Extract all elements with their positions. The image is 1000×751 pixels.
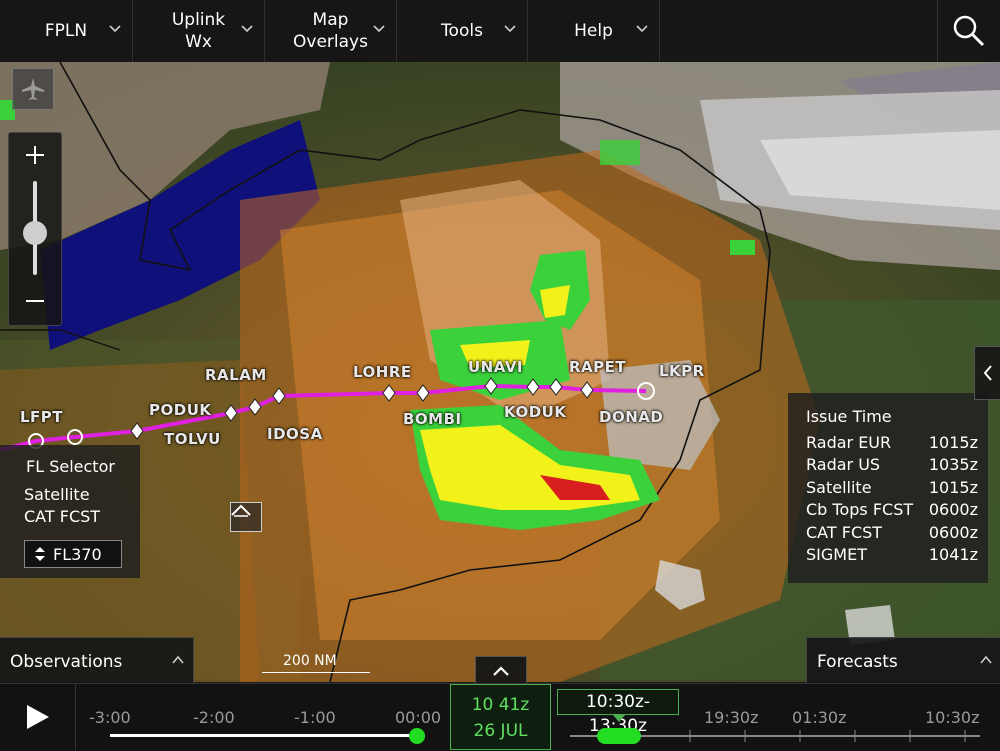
issue-row-name: SIGMET (806, 545, 867, 564)
plus-icon (26, 146, 44, 164)
timeline-expand-button[interactable] (475, 656, 527, 684)
timeline-past-tick: -2:00 (193, 708, 235, 727)
current-time: 10 41z (471, 695, 530, 715)
chevron-up-icon (493, 665, 509, 676)
issue-row-time: 0600z (928, 500, 978, 519)
waypoint-lfpt-label: LFPT (20, 408, 64, 426)
aircraft-icon (22, 78, 44, 100)
menu-fpln-label: FPLN (44, 21, 88, 41)
chevron-down-icon (241, 25, 253, 33)
timeline-future-tick: 10:30z (925, 708, 980, 727)
up-down-icon (35, 547, 45, 561)
top-menu-bar: FPLN Uplink Wx Map Overlays Tools Help (0, 0, 1000, 63)
zoom-in-button[interactable] (19, 139, 51, 171)
forecasts-tab[interactable]: Forecasts (806, 637, 1000, 684)
chevron-down-icon (373, 25, 385, 33)
chevron-down-icon (504, 25, 516, 33)
peak-icon (231, 504, 251, 517)
menu-uplink-wx[interactable]: Uplink Wx (133, 0, 265, 62)
flight-level-stepper[interactable]: FL370 (24, 540, 122, 568)
waypoint-idosa-label: IDOSA (267, 425, 323, 443)
waypoint-bombi-label: BOMBI (403, 410, 462, 428)
zoom-slider-handle[interactable] (23, 221, 47, 245)
chevron-left-icon (983, 365, 992, 381)
issue-time-panel: Issue Time Radar EUR 1015z Radar US 1035… (788, 393, 988, 583)
issue-row: Satellite 1015z (806, 478, 978, 497)
chevron-down-icon (109, 25, 121, 33)
waypoint-rapet-label: RAPET (569, 358, 627, 376)
timeline-past-tick: 00:00 (395, 708, 442, 727)
waypoint-poduk-label: PODUK (149, 401, 212, 419)
issue-row-name: Cb Tops FCST (806, 500, 914, 519)
issue-row-time: 0600z (928, 523, 978, 542)
observation-slider-handle[interactable] (409, 728, 425, 744)
issue-time-title: Issue Time (806, 407, 892, 426)
menu-uplink-wx-label: Uplink Wx (171, 10, 226, 52)
menu-tools[interactable]: Tools (397, 0, 528, 62)
issue-row-time: 1015z (928, 433, 978, 452)
observations-label: Observations (10, 652, 123, 672)
issue-row-time: 1041z (928, 545, 978, 564)
menu-tools-label: Tools (441, 21, 483, 41)
aircraft-center-button[interactable] (12, 68, 54, 110)
issue-row: Radar US 1035z (806, 455, 978, 474)
waypoint-koduk-label: KODUK (504, 403, 567, 421)
issue-row: Radar EUR 1015z (806, 433, 978, 452)
issue-row: SIGMET 1041z (806, 545, 978, 564)
issue-row: CAT FCST 0600z (806, 523, 978, 542)
zoom-control (8, 132, 62, 326)
timeline-past-tick: -3:00 (89, 708, 131, 727)
divider (75, 684, 76, 751)
issue-row-time: 1035z (928, 455, 978, 474)
map-scale-label: 200 NM (283, 653, 337, 669)
current-time-box: 10 41z 26 JUL (450, 684, 551, 750)
fl-selector-panel: FL Selector Satellite CAT FCST FL370 (0, 445, 140, 578)
search-button[interactable] (937, 0, 1000, 62)
issue-row-name: Radar EUR (806, 433, 892, 452)
current-date: 26 JUL (473, 721, 528, 741)
side-panel-toggle[interactable] (974, 346, 1000, 400)
minus-icon (26, 300, 44, 302)
cat-forecast-label: CAT FCST (24, 507, 101, 526)
waypoint-ralam-label: RALAM (205, 366, 267, 384)
waypoint-lkpr-label: LKPR (659, 362, 705, 380)
issue-row-time: 1015z (928, 478, 978, 497)
issue-row-name: CAT FCST (806, 523, 883, 542)
weather-map[interactable]: LFPT PODUK TOLVU RALAM IDOSA LOHRE BOMBI… (0, 62, 1000, 682)
observations-tab[interactable]: Observations (0, 637, 194, 684)
issue-row-name: Radar US (806, 455, 881, 474)
range-pointer (613, 715, 625, 722)
timeline-future-tick: 01:30z (792, 708, 847, 727)
waypoint-donad-label: DONAD (599, 408, 664, 426)
issue-row: Cb Tops FCST 0600z (806, 500, 978, 519)
menu-fpln[interactable]: FPLN (0, 0, 133, 62)
forecasts-label: Forecasts (817, 652, 898, 672)
forecast-range-box: 10:30z-13:30z (557, 689, 679, 736)
waypoint-tolvu-label: TOLVU (164, 430, 221, 448)
observation-slider-track[interactable] (110, 734, 415, 737)
waypoint-unavi-label: UNAVI (468, 358, 524, 376)
satellite-layer-label: Satellite (24, 485, 90, 504)
timeline-bar: -3:00 -2:00 -1:00 00:00 10 41z 26 JUL 10… (0, 683, 1000, 751)
zoom-out-button[interactable] (19, 285, 51, 317)
timeline-past-tick: -1:00 (294, 708, 336, 727)
menu-help-label: Help (574, 21, 613, 41)
flight-level-value: FL370 (53, 544, 102, 564)
menu-map-overlays-label: Map Overlays (293, 10, 368, 52)
chevron-up-icon (172, 655, 184, 664)
search-icon (953, 15, 985, 47)
play-icon[interactable] (22, 702, 52, 732)
chevron-down-icon (636, 25, 648, 33)
menu-help[interactable]: Help (528, 0, 660, 62)
menu-map-overlays[interactable]: Map Overlays (265, 0, 397, 62)
forecast-slider-handle[interactable] (597, 728, 641, 744)
map-scale-bar (262, 672, 370, 673)
issue-row-name: Satellite (806, 478, 872, 497)
timeline-future-tick: 19:30z (704, 708, 759, 727)
fl-selector-label: FL Selector (26, 457, 115, 476)
chart-marker[interactable] (230, 502, 262, 532)
chevron-up-icon (980, 655, 992, 664)
waypoint-lohre-label: LOHRE (353, 363, 412, 381)
